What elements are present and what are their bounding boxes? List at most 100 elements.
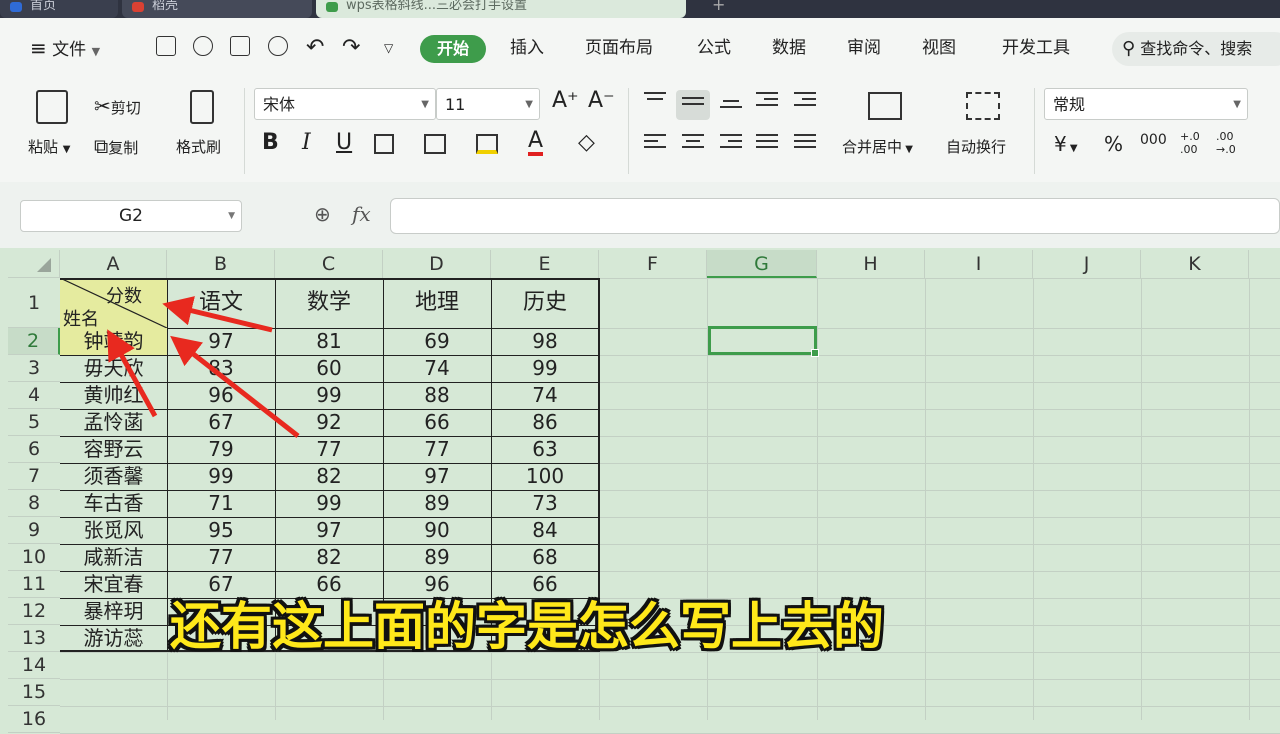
cell[interactable]: 83 (167, 355, 275, 382)
row-header-15[interactable]: 15 (8, 679, 60, 706)
cell[interactable]: 95 (167, 517, 275, 544)
cell[interactable]: 77 (383, 436, 491, 463)
number-format-select[interactable]: 常规 ▼ (1044, 88, 1248, 120)
cell[interactable]: 历史 (491, 278, 599, 328)
tab-developer[interactable]: 开发工具 (1002, 18, 1070, 78)
percent-format-button[interactable]: % (1104, 132, 1123, 156)
row-header-3[interactable]: 3 (8, 355, 60, 382)
row-header-1[interactable]: 1 (8, 278, 60, 328)
merge-center-button[interactable]: 合并居中 ▼ (842, 136, 913, 157)
cell[interactable]: 毋天欣 (60, 355, 167, 382)
cell[interactable]: 74 (383, 355, 491, 382)
cell[interactable]: 游访蕊 (60, 625, 167, 652)
currency-format-button[interactable]: ¥ ▼ (1054, 132, 1078, 156)
column-header-d[interactable]: D (383, 250, 491, 278)
cell[interactable]: 车古香 (60, 490, 167, 517)
save-icon[interactable] (156, 36, 176, 56)
tab-home[interactable]: 首页 (0, 0, 118, 18)
paste-button[interactable]: 粘贴 ▼ (28, 136, 71, 157)
row-header-14[interactable]: 14 (8, 652, 60, 679)
tab-data[interactable]: 数据 (772, 18, 806, 78)
align-bottom-icon[interactable] (720, 100, 742, 116)
cell[interactable]: 89 (383, 490, 491, 517)
column-header-k[interactable]: K (1141, 250, 1249, 278)
cell[interactable]: 74 (491, 382, 599, 409)
distributed-icon[interactable] (794, 134, 816, 150)
cell[interactable]: 98 (491, 328, 599, 355)
format-painter-button[interactable]: 格式刷 (176, 136, 221, 157)
align-left-icon[interactable] (644, 134, 666, 150)
row-header-9[interactable]: 9 (8, 517, 60, 544)
justify-icon[interactable] (756, 134, 778, 150)
cell[interactable]: 86 (491, 409, 599, 436)
select-all-corner[interactable] (8, 250, 60, 278)
column-header-h[interactable]: H (817, 250, 925, 278)
decrease-font-size-button[interactable]: A⁻ (588, 88, 615, 113)
function-icon[interactable]: fx (352, 202, 371, 226)
row-header-13[interactable]: 13 (8, 625, 60, 652)
cell[interactable]: 黄帅红 (60, 382, 167, 409)
row-header-6[interactable]: 6 (8, 436, 60, 463)
bold-button[interactable]: B (262, 130, 279, 155)
diagonal-header-cell[interactable]: 分数 姓名 (60, 278, 167, 328)
column-header-c[interactable]: C (275, 250, 383, 278)
column-header-g[interactable]: G (707, 250, 817, 278)
tab-document[interactable]: wps表格斜线...三必会打手设置 (316, 0, 686, 18)
align-top-icon[interactable] (644, 92, 666, 108)
cell[interactable]: 容野云 (60, 436, 167, 463)
decrease-decimal-button[interactable]: .00 →.0 (1216, 130, 1244, 156)
cell[interactable]: 69 (383, 328, 491, 355)
column-header-i[interactable]: I (925, 250, 1033, 278)
row-header-5[interactable]: 5 (8, 409, 60, 436)
cell[interactable]: 88 (383, 382, 491, 409)
align-right-icon[interactable] (720, 134, 742, 150)
export-pdf-icon[interactable] (193, 36, 213, 56)
borders-icon[interactable] (374, 134, 394, 154)
cell[interactable]: 孟怜菡 (60, 409, 167, 436)
cell[interactable]: 99 (275, 490, 383, 517)
cell[interactable]: 81 (275, 328, 383, 355)
cell[interactable]: 82 (275, 463, 383, 490)
align-center-icon[interactable] (682, 134, 704, 150)
column-header-f[interactable]: F (599, 250, 707, 278)
tab-page-layout[interactable]: 页面布局 (585, 18, 653, 78)
redo-icon[interactable]: ↷ (342, 18, 360, 78)
cell[interactable]: 60 (275, 355, 383, 382)
cell[interactable]: 68 (491, 544, 599, 571)
cell[interactable]: 71 (167, 490, 275, 517)
cell[interactable]: 90 (383, 517, 491, 544)
cell[interactable]: 79 (167, 436, 275, 463)
row-header-10[interactable]: 10 (8, 544, 60, 571)
cell[interactable]: 73 (491, 490, 599, 517)
cell[interactable]: 数学 (275, 278, 383, 328)
cell-style-icon[interactable] (424, 134, 446, 154)
cell[interactable]: 84 (491, 517, 599, 544)
cell[interactable]: 须香馨 (60, 463, 167, 490)
command-search[interactable]: ⚲ 查找命令、搜索 (1112, 32, 1280, 66)
cell[interactable]: 暴梓玥 (60, 598, 167, 625)
cell[interactable]: 89 (383, 544, 491, 571)
row-header-4[interactable]: 4 (8, 382, 60, 409)
paste-icon[interactable] (36, 90, 68, 124)
tab-docer[interactable]: 稻壳 (122, 0, 312, 18)
align-middle-icon[interactable] (676, 90, 710, 120)
tab-review[interactable]: 审阅 (847, 18, 881, 78)
column-header-e[interactable]: E (491, 250, 599, 278)
thousands-separator-button[interactable]: 000 (1140, 132, 1167, 148)
cell[interactable]: 92 (275, 409, 383, 436)
cell[interactable]: 97 (383, 463, 491, 490)
copy-button[interactable]: ⧉复制 (94, 134, 138, 158)
cell[interactable]: 语文 (167, 278, 275, 328)
cell[interactable]: 99 (491, 355, 599, 382)
font-size-select[interactable]: 11 ▼ (436, 88, 540, 120)
column-header-b[interactable]: B (167, 250, 275, 278)
cell[interactable]: 67 (167, 409, 275, 436)
cell[interactable]: 张觅风 (60, 517, 167, 544)
cell[interactable]: 97 (275, 517, 383, 544)
cell[interactable]: 77 (167, 544, 275, 571)
customize-toolbar-icon[interactable]: ▽ (384, 18, 393, 78)
font-name-select[interactable]: 宋体 ▼ (254, 88, 436, 120)
zoom-formula-icon[interactable]: ⊕ (314, 202, 331, 226)
undo-icon[interactable]: ↶ (306, 18, 324, 78)
italic-button[interactable]: I (302, 130, 311, 155)
